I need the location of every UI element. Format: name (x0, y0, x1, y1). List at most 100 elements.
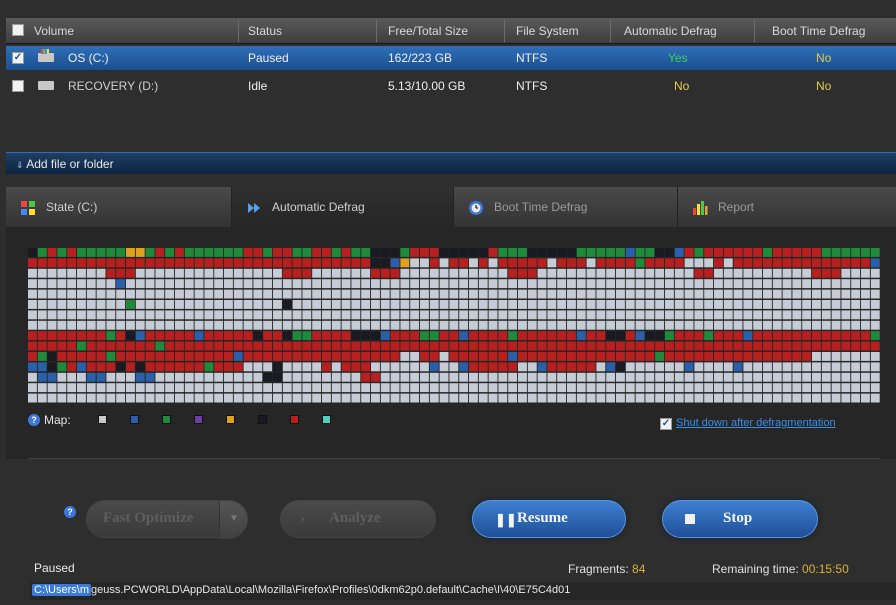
map-cluster (67, 320, 77, 330)
col-filesystem[interactable]: File System (516, 24, 579, 38)
add-file-text: Add file or folder (26, 157, 114, 171)
map-cluster (420, 310, 429, 320)
legend-swatch[interactable] (258, 415, 267, 424)
map-cluster (870, 352, 880, 361)
map-cluster (390, 320, 400, 330)
map-cluster (77, 383, 86, 393)
map-cluster (67, 289, 77, 299)
map-cluster (469, 372, 478, 382)
col-divider (610, 20, 611, 42)
fast-optimize-button[interactable]: Fast Optimize ▼ (86, 500, 248, 539)
legend-swatch[interactable] (322, 415, 331, 424)
map-cluster (233, 258, 243, 268)
map-cluster (47, 289, 57, 299)
map-cluster (292, 372, 302, 382)
map-cluster (96, 341, 106, 351)
col-size[interactable]: Free/Total Size (388, 24, 468, 38)
map-cluster (302, 352, 312, 361)
map-cluster (194, 320, 204, 330)
map-cluster (870, 258, 880, 268)
map-cluster (77, 310, 86, 320)
map-cluster (772, 372, 782, 382)
map-cluster (243, 289, 253, 299)
map-cluster (439, 331, 449, 341)
map-cluster (282, 279, 292, 289)
legend-swatch[interactable] (194, 415, 203, 424)
map-cluster (282, 383, 292, 393)
map-cluster (596, 393, 606, 403)
map-cluster (763, 393, 772, 403)
map-cluster (165, 383, 175, 393)
map-cluster (635, 300, 645, 309)
legend-swatch[interactable] (226, 415, 235, 424)
map-cluster (723, 310, 733, 320)
map-cluster (400, 362, 410, 372)
legend-swatch[interactable] (130, 415, 139, 424)
map-cluster (743, 268, 753, 278)
map-cluster (165, 258, 175, 268)
help-icon[interactable]: ? (64, 506, 76, 518)
map-cluster (488, 331, 498, 341)
map-cluster (322, 258, 331, 268)
col-auto-defrag[interactable]: Automatic Defrag (624, 24, 717, 38)
legend-swatch[interactable] (98, 415, 107, 424)
map-cluster (135, 289, 145, 299)
map-cluster (753, 289, 763, 299)
col-boot-defrag[interactable]: Boot Time Defrag (772, 24, 865, 38)
map-cluster (753, 362, 763, 372)
map-cluster (508, 320, 518, 330)
map-cluster (488, 383, 498, 393)
map-cluster (831, 289, 841, 299)
map-cluster (312, 341, 322, 351)
tab-report[interactable]: Report (678, 187, 896, 227)
map-cluster (204, 331, 214, 341)
map-cluster (57, 248, 67, 257)
remaining-time-label: Remaining time: (712, 562, 799, 576)
add-file-label[interactable]: ⇓ Add file or folder (16, 157, 114, 171)
map-cluster (67, 352, 77, 361)
map-cluster (390, 383, 400, 393)
volume-row-c[interactable]: ✓ OS (C:) Paused 162/223 GB NTFS Yes No (6, 46, 896, 70)
map-cluster (184, 383, 194, 393)
resume-button[interactable]: ❚❚ Resume (472, 500, 626, 538)
tab-boot-time-defrag[interactable]: Boot Time Defrag (454, 187, 678, 227)
help-icon[interactable]: ? (28, 414, 40, 426)
tab-state[interactable]: State (C:) (6, 187, 232, 227)
map-cluster (263, 352, 273, 361)
map-cluster (743, 248, 753, 257)
stop-button[interactable]: Stop (662, 500, 818, 538)
map-cluster (616, 320, 625, 330)
select-all-checkbox[interactable] (12, 24, 24, 36)
map-cluster (184, 279, 194, 289)
map-cluster (282, 362, 292, 372)
shutdown-checkbox[interactable]: ✓ (660, 418, 672, 430)
map-cluster (655, 341, 665, 351)
legend-swatch[interactable] (290, 415, 299, 424)
map-cluster (645, 310, 655, 320)
map-cluster (861, 310, 870, 320)
map-cluster (77, 362, 86, 372)
col-volume[interactable]: Volume (34, 24, 74, 38)
add-file-bar[interactable]: ⇓ Add file or folder (6, 152, 896, 174)
map-cluster (812, 341, 821, 351)
map-cluster (714, 279, 723, 289)
volume-checkbox[interactable] (12, 80, 24, 92)
fast-optimize-dropdown[interactable]: ▼ (219, 501, 247, 539)
analyze-button[interactable]: › Analyze (280, 500, 436, 538)
map-cluster (655, 248, 665, 257)
shutdown-label[interactable]: Shut down after defragmentation (676, 417, 836, 429)
map-cluster (684, 310, 694, 320)
tab-automatic-defrag[interactable]: Automatic Defrag (232, 187, 454, 227)
map-cluster (714, 300, 723, 309)
legend-swatch[interactable] (162, 415, 171, 424)
tab-bar: State (C:) Automatic Defrag Boot Time De… (6, 187, 896, 227)
volume-checkbox[interactable]: ✓ (12, 52, 24, 64)
map-cluster (518, 268, 527, 278)
map-cluster (429, 393, 439, 403)
map-cluster (861, 393, 870, 403)
map-cluster (126, 248, 135, 257)
map-cluster (488, 372, 498, 382)
col-status[interactable]: Status (248, 24, 282, 38)
map-cluster (214, 341, 224, 351)
volume-row-d[interactable]: RECOVERY (D:) Idle 5.13/10.00 GB NTFS No… (6, 74, 896, 98)
